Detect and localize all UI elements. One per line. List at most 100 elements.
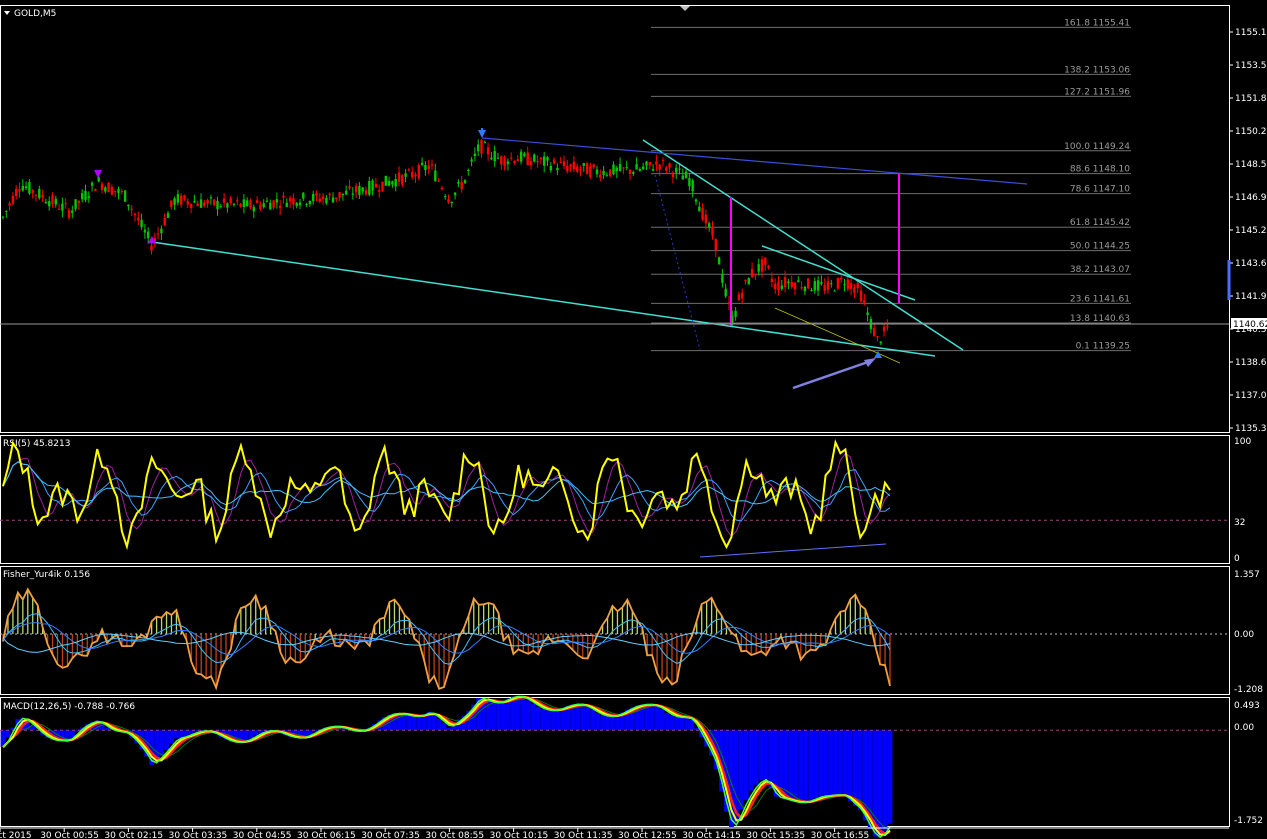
- candle-body: [387, 180, 391, 186]
- candle-body: [866, 312, 869, 316]
- candle-body: [704, 214, 708, 224]
- rsi-ma-fast: [2, 461, 891, 522]
- macd-bar: [560, 707, 566, 731]
- candle-body: [840, 277, 843, 280]
- price-tick-label: 1145.28: [1235, 226, 1267, 236]
- candle-body: [8, 203, 11, 206]
- falling-wedge-upper: [642, 139, 964, 351]
- candle-body: [97, 177, 100, 182]
- fib-label: 38.2 1143.07: [1070, 265, 1130, 275]
- candle-body: [645, 161, 648, 166]
- candle-body: [18, 189, 21, 191]
- candle-body: [104, 187, 107, 192]
- fib-label: 0.1 1139.25: [1076, 342, 1130, 352]
- candle-body: [793, 282, 797, 290]
- candle-body: [830, 283, 833, 285]
- fisher-label: Fisher_Yur4ik 0.156: [3, 570, 90, 580]
- candle-body: [754, 273, 757, 276]
- candle-body: [305, 203, 308, 205]
- candle-body: [642, 166, 645, 169]
- fib-label: 61.8 1145.42: [1070, 218, 1130, 228]
- price-tick-label: 1148.58: [1235, 160, 1267, 170]
- macd-bar: [164, 730, 169, 750]
- macd-bar: [803, 730, 809, 802]
- candle-body: [163, 217, 166, 226]
- macd-bar: [307, 730, 313, 735]
- macd-bar: [763, 730, 769, 780]
- macd-bar: [491, 702, 496, 731]
- candle-body: [566, 165, 569, 172]
- candle-body: [252, 207, 255, 212]
- trend-drawings: [94, 128, 1028, 390]
- candle-body: [71, 210, 74, 214]
- candle-body: [15, 188, 18, 196]
- chart-canvas[interactable]: GOLD,M5 161.8 1155.41 138.2 1153.06 127.2 …: [0, 0, 1267, 839]
- candle-body: [849, 283, 853, 289]
- candle-body: [74, 199, 77, 209]
- candle-body: [549, 165, 552, 171]
- candle-body: [813, 281, 816, 291]
- candle-body: [117, 188, 120, 193]
- macd-bar: [743, 730, 749, 801]
- candle-body: [873, 328, 876, 337]
- candle-body: [176, 194, 180, 203]
- candle-body: [345, 190, 348, 195]
- candle-body: [529, 160, 533, 166]
- price-tick-label: 1143.63: [1235, 259, 1267, 269]
- candle-body: [444, 196, 447, 198]
- macd-bar: [852, 730, 858, 806]
- fisher-histogram: [0, 587, 1229, 691]
- candle-body: [90, 182, 94, 186]
- macd-bar: [823, 730, 828, 796]
- price-box-label: 1140.62: [1233, 320, 1267, 330]
- candle-body: [302, 192, 305, 199]
- candle-body: [288, 197, 292, 202]
- candle-body: [727, 302, 731, 304]
- candle-body: [721, 274, 724, 283]
- candle-body: [219, 206, 222, 208]
- macd-bar: [748, 730, 754, 791]
- candle-body: [797, 280, 800, 282]
- macd-bar: [882, 730, 888, 831]
- candle-body: [882, 326, 886, 332]
- candle-body: [698, 206, 701, 212]
- rsi-tick-0: 0: [1234, 554, 1240, 564]
- macd-bar: [788, 730, 794, 801]
- candle-body: [34, 194, 38, 196]
- candle-body: [556, 167, 559, 171]
- candle-body: [691, 180, 694, 192]
- price-tick-label: 1146.93: [1235, 193, 1267, 203]
- candle-body: [856, 283, 859, 289]
- candle-body: [717, 257, 721, 265]
- dropdown-triangle-icon[interactable]: [4, 11, 10, 15]
- candle-body: [269, 202, 272, 210]
- macd-bar: [813, 730, 819, 799]
- candle-body: [589, 166, 592, 177]
- candle-body: [170, 200, 173, 207]
- candle-body: [242, 199, 246, 208]
- candle-body: [87, 196, 90, 199]
- macd-bar: [887, 730, 893, 824]
- candle-body: [463, 179, 467, 184]
- candle-body: [232, 203, 236, 205]
- candle-body: [496, 157, 500, 159]
- candle-body: [259, 204, 262, 209]
- candle-body: [147, 231, 150, 238]
- fisher-tick-zero: 0.00: [1234, 630, 1254, 640]
- macd-bar: [590, 710, 596, 731]
- time-label: 30 Oct 06:15: [297, 831, 356, 839]
- candle-body: [427, 165, 430, 170]
- rsi-lines: [0, 439, 1229, 558]
- macd-bar: [169, 730, 174, 744]
- candle-body: [638, 169, 642, 171]
- rsi-ma-slow: [2, 461, 891, 509]
- fib-label: 13.8 1140.63: [1070, 314, 1130, 324]
- candle-body: [341, 193, 345, 196]
- time-label: 30 Oct 14:15: [682, 831, 741, 839]
- candle-body: [203, 202, 206, 207]
- candle-body: [576, 166, 579, 172]
- macd-bar: [510, 696, 516, 731]
- scroll-marker-icon[interactable]: [680, 6, 690, 11]
- macd-tick-zero: 0.00: [1234, 723, 1254, 733]
- candle-body: [358, 186, 361, 195]
